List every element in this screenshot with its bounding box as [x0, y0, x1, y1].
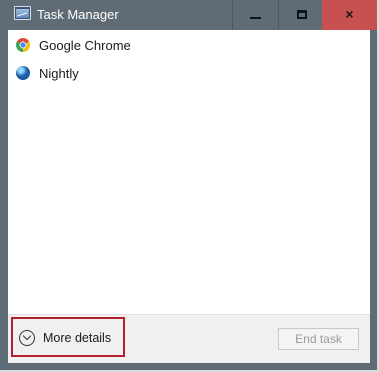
- chrome-icon: [16, 38, 30, 52]
- process-list-area: Google Chrome Nightly More details End t…: [8, 30, 370, 363]
- nightly-icon: [16, 66, 30, 80]
- more-details-label: More details: [43, 331, 112, 345]
- title-bar[interactable]: Task Manager ×: [0, 0, 377, 30]
- list-item-google-chrome[interactable]: Google Chrome: [16, 35, 131, 55]
- close-button[interactable]: ×: [322, 0, 377, 30]
- list-item-nightly[interactable]: Nightly: [16, 63, 79, 83]
- process-label: Nightly: [39, 65, 79, 81]
- task-manager-window: Task Manager × Google Chrome Nightly Mor…: [0, 0, 379, 372]
- maximize-button[interactable]: [278, 0, 324, 30]
- minimize-icon: [250, 17, 261, 19]
- maximize-icon: [297, 10, 307, 19]
- close-icon: ×: [345, 6, 354, 22]
- more-details-button[interactable]: More details: [11, 317, 125, 357]
- minimize-button[interactable]: [232, 0, 278, 30]
- end-task-button[interactable]: End task: [278, 328, 359, 350]
- window-title: Task Manager: [37, 7, 119, 22]
- chevron-down-circle-icon: [19, 330, 35, 346]
- process-label: Google Chrome: [39, 37, 131, 53]
- task-manager-icon: [14, 6, 31, 20]
